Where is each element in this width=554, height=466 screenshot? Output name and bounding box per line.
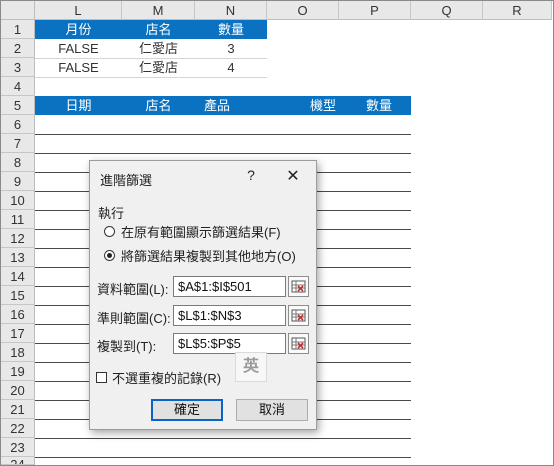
criteria-cell[interactable]: FALSE (35, 58, 122, 77)
row-header[interactable]: 12 (1, 229, 35, 248)
row-header[interactable]: 7 (1, 134, 35, 153)
row-header[interactable]: 22 (1, 419, 35, 438)
row-header[interactable]: 14 (1, 267, 35, 286)
criteria-header-qty[interactable]: 數量 (195, 20, 267, 39)
criteria-header-month[interactable]: 月份 (35, 20, 122, 39)
row-header[interactable]: 17 (1, 324, 35, 343)
list-range-input[interactable]: $A$1:$I$501 (173, 276, 286, 297)
row-header[interactable]: 20 (1, 381, 35, 400)
copy-to-input[interactable]: $L$5:$P$5 (173, 333, 286, 354)
unique-records-checkbox-row[interactable]: 不選重複的記錄(R) (96, 368, 221, 387)
row-header[interactable]: 19 (1, 362, 35, 381)
radio-selected-icon[interactable] (104, 249, 115, 261)
row-divider (35, 438, 411, 439)
range-select-icon (291, 280, 306, 293)
radio-copy-to-label: 將篩選結果複製到其他地方(O) (121, 248, 296, 264)
copy-to-collapse-button[interactable] (288, 333, 309, 354)
criteria-range-collapse-button[interactable] (288, 305, 309, 326)
criteria-cell[interactable]: FALSE (35, 39, 122, 58)
criteria-cell[interactable]: 仁愛店 (122, 58, 195, 77)
column-header-m[interactable]: M (122, 1, 195, 20)
row-header[interactable]: 8 (1, 153, 35, 172)
row-header[interactable]: 3 (1, 58, 35, 77)
row-header[interactable]: 9 (1, 172, 35, 191)
output-header-model[interactable]: 機型 (291, 96, 355, 115)
criteria-cell[interactable]: 4 (195, 58, 267, 77)
criteria-cell[interactable]: 3 (195, 39, 267, 58)
row-header[interactable]: 10 (1, 191, 35, 210)
output-header-date[interactable]: 日期 (35, 96, 122, 115)
radio-copy-to[interactable]: 將篩選結果複製到其他地方(O) (104, 246, 296, 264)
help-button[interactable]: ? (242, 167, 260, 187)
row-header[interactable]: 18 (1, 343, 35, 362)
range-select-icon (291, 309, 306, 322)
criteria-range-label: 準則範圍(C): (97, 311, 171, 326)
ime-mode-indicator: 英 (235, 352, 267, 382)
column-header-l[interactable]: L (35, 1, 122, 20)
row-header[interactable]: 4 (1, 77, 35, 96)
row-divider (35, 134, 411, 135)
column-header-p[interactable]: P (339, 1, 411, 20)
radio-circle-icon[interactable] (104, 225, 115, 237)
row-header[interactable]: 1 (1, 20, 35, 39)
radio-filter-in-place[interactable]: 在原有範圍顯示篩選結果(F) (104, 222, 281, 240)
row-header[interactable]: 5 (1, 96, 35, 115)
close-icon: ✕ (286, 168, 300, 185)
select-all-corner[interactable] (1, 1, 35, 20)
unique-records-label: 不選重複的記錄(R) (112, 371, 222, 386)
criteria-header-store[interactable]: 店名 (122, 20, 195, 39)
row-header[interactable]: 11 (1, 210, 35, 229)
row-header[interactable]: 13 (1, 248, 35, 267)
row-header[interactable]: 23 (1, 438, 35, 457)
radio-filter-in-place-label: 在原有範圍顯示篩選結果(F) (121, 224, 281, 240)
close-button[interactable]: ✕ (282, 166, 304, 188)
row-divider (35, 457, 411, 458)
row-header[interactable]: 2 (1, 39, 35, 58)
cancel-button[interactable]: 取消 (236, 399, 308, 421)
criteria-range-input[interactable]: $L$1:$N$3 (173, 305, 286, 326)
row-divider (35, 77, 267, 78)
list-range-collapse-button[interactable] (288, 276, 309, 297)
row-header[interactable]: 6 (1, 115, 35, 134)
column-header-n[interactable]: N (195, 1, 267, 20)
output-header-product[interactable]: 產品 (195, 96, 239, 115)
row-header[interactable]: 24 (1, 457, 35, 465)
row-divider (35, 153, 411, 154)
advanced-filter-dialog: 進階篩選 ? ✕ 執行 在原有範圍顯示篩選結果(F) 將篩選結果複製到其他地方(… (89, 160, 317, 430)
dialog-title: 進階篩選 (100, 173, 153, 188)
output-header-qty[interactable]: 數量 (347, 96, 411, 115)
action-section-label: 執行 (98, 206, 125, 221)
range-select-icon (291, 337, 306, 350)
column-header-r[interactable]: R (483, 1, 552, 20)
unique-records-checkbox[interactable] (96, 372, 107, 383)
row-divider (35, 58, 267, 59)
row-header[interactable]: 15 (1, 286, 35, 305)
ok-button[interactable]: 確定 (151, 399, 223, 421)
output-header-store[interactable]: 店名 (122, 96, 195, 115)
row-header[interactable]: 16 (1, 305, 35, 324)
column-header-q[interactable]: Q (411, 1, 483, 20)
column-header-o[interactable]: O (267, 1, 339, 20)
criteria-cell[interactable]: 仁愛店 (122, 39, 195, 58)
row-header[interactable]: 21 (1, 400, 35, 419)
copy-to-label: 複製到(T): (97, 339, 157, 354)
list-range-label: 資料範圍(L): (97, 282, 169, 297)
